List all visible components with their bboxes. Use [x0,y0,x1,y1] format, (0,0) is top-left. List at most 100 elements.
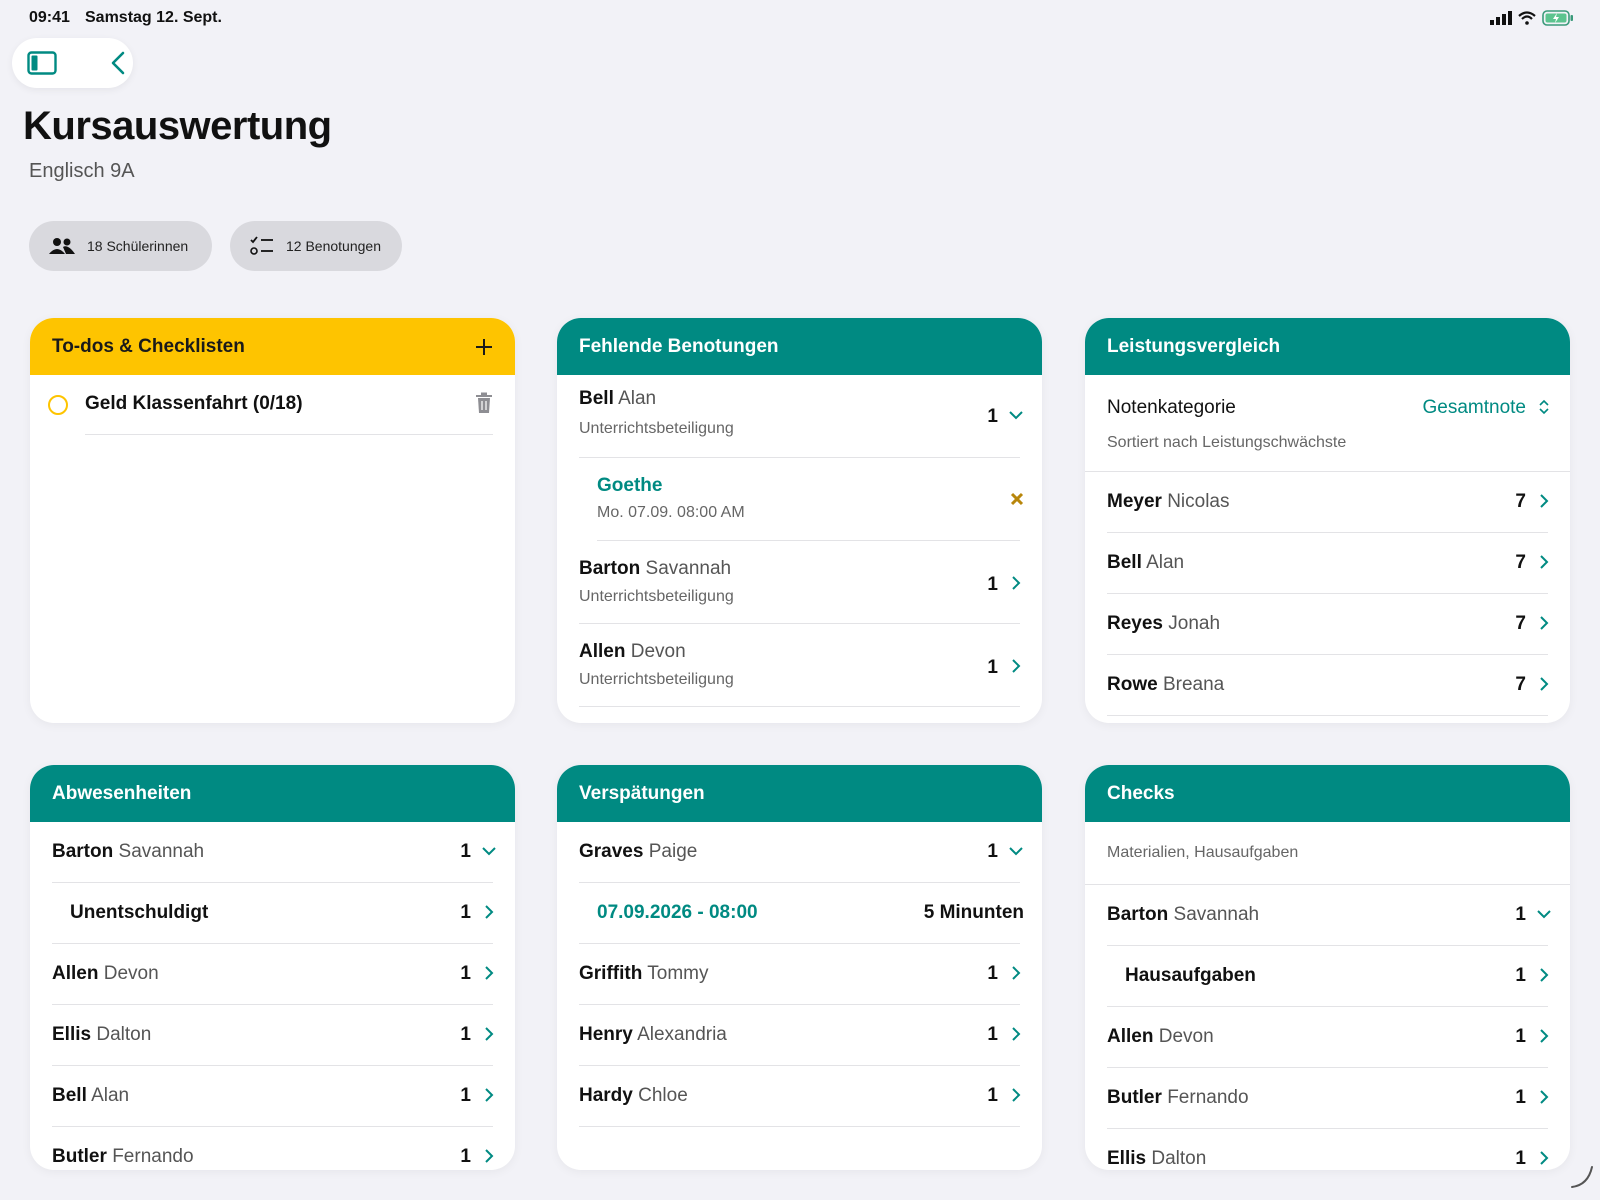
check-count: 1 [1515,1087,1526,1108]
student-last-name: Butler [1107,1087,1162,1108]
student-first-name: Dalton [1151,1148,1207,1169]
student-last-name: Meyer [1107,491,1162,512]
student-first-name: Dalton [96,1024,152,1045]
todo-checkbox-icon[interactable] [48,395,68,415]
missing-row[interactable]: Allen Devon Unterrichtsbeteiligung 1 [579,624,1021,707]
absence-detail-row[interactable]: Unentschuldigt 1 [52,883,494,944]
chevron-right-icon[interactable] [1536,1028,1552,1044]
todo-item-label: Geld Klassenfahrt (0/18) [85,393,303,414]
student-last-name: Reyes [1107,613,1163,634]
chevron-right-icon[interactable] [481,904,497,920]
missing-detail-row[interactable]: Goethe Mo. 07.09. 08:00 AM [597,458,1024,541]
lateness-row[interactable]: Henry Alexandria 1 [579,1005,1021,1066]
add-icon[interactable] [475,338,493,356]
chevron-right-icon[interactable] [1008,1087,1024,1103]
chevron-down-icon[interactable] [481,843,497,859]
missing-row[interactable]: Barton Savannah Unterrichtsbeteiligung 1 [579,541,1021,624]
missing-count: 1 [987,406,998,427]
chevron-right-icon[interactable] [1008,575,1024,591]
back-chevron-icon[interactable] [108,50,128,76]
student-first-name: Devon [103,963,159,984]
chevron-up-down-icon[interactable] [1538,399,1550,415]
chevron-right-icon[interactable] [481,1087,497,1103]
chevron-right-icon[interactable] [1536,554,1552,570]
chevron-right-icon[interactable] [1536,493,1552,509]
category-value[interactable]: Gesamtnote [1423,397,1527,419]
performance-row[interactable]: Reyes Jonah 7 [1107,594,1549,655]
chevron-right-icon[interactable] [481,1026,497,1042]
checks-header: Checks [1085,765,1570,822]
absence-row[interactable]: Ellis Dalton 1 [52,1005,494,1066]
grade-value: 7 [1515,613,1526,634]
lateness-card: Verspätungen Graves Paige 1 07.09.2026 -… [557,765,1042,1170]
absence-row[interactable]: Allen Devon 1 [52,944,494,1005]
checks-note-row: Materialien, Hausaufgaben [1085,822,1570,885]
battery-icon [1542,10,1573,26]
people-icon [49,238,75,254]
performance-row[interactable]: Bell Alan 7 [1107,533,1549,594]
student-last-name: Barton [1107,904,1169,925]
chevron-right-icon[interactable] [1536,1150,1552,1166]
lateness-date: 07.09.2026 - 08:00 [597,902,758,923]
chevron-right-icon[interactable] [1536,676,1552,692]
absence-count: 1 [460,1146,471,1167]
checks-note: Materialien, Hausaufgaben [1107,844,1299,861]
check-row[interactable]: Butler Fernando 1 [1107,1068,1549,1129]
todo-item[interactable]: Geld Klassenfahrt (0/18) [30,375,515,435]
absence-count: 1 [460,1085,471,1106]
student-first-name: Alexandria [637,1024,727,1045]
chevron-down-icon[interactable] [1008,843,1024,859]
check-detail-row[interactable]: Hausaufgaben 1 [1107,946,1549,1007]
performance-row[interactable]: Rowe Breana 7 [1107,655,1549,716]
absence-row[interactable]: Bell Alan 1 [52,1066,494,1127]
students-chip[interactable]: 18 Schülerinnen [29,221,212,271]
grade-category: Unterrichtsbeteiligung [579,420,734,437]
absence-row[interactable]: Butler Fernando 1 [52,1127,494,1170]
navigation-pill [12,38,133,88]
chevron-right-icon[interactable] [481,1148,497,1164]
chevron-right-icon[interactable] [1008,658,1024,674]
sidebar-toggle-icon[interactable] [27,51,57,75]
resize-handle-icon[interactable] [1570,1165,1594,1189]
student-first-name: Devon [630,641,686,662]
close-x-icon[interactable] [1010,492,1024,506]
grade-value: 7 [1515,491,1526,512]
chevron-right-icon[interactable] [481,965,497,981]
student-last-name: Graves [579,841,644,862]
missing-row[interactable]: Bell Alan Unterrichtsbeteiligung 1 [579,375,1023,458]
chevron-right-icon[interactable] [1536,615,1552,631]
check-row[interactable]: Allen Devon 1 [1107,1007,1549,1068]
student-first-name: Breana [1162,674,1225,695]
chevron-right-icon[interactable] [1008,1026,1024,1042]
grade-category: Unterrichtsbeteiligung [579,588,734,605]
lateness-count: 1 [987,1024,998,1045]
chevron-right-icon[interactable] [1536,1089,1552,1105]
check-row[interactable]: Barton Savannah 1 [1107,885,1551,946]
performance-row[interactable]: Meyer Nicolas 7 [1107,472,1549,533]
missing-count: 1 [987,657,998,678]
chevron-right-icon[interactable] [1536,967,1552,983]
lateness-row[interactable]: Hardy Chloe 1 [579,1066,1021,1127]
lateness-row[interactable]: Graves Paige 1 [579,822,1023,883]
student-first-name: Devon [1158,1026,1214,1047]
chevron-down-icon[interactable] [1536,906,1552,922]
absences-title: Abwesenheiten [52,782,192,804]
absence-count: 1 [460,902,471,923]
lateness-detail-row[interactable]: 07.09.2026 - 08:00 5 Minunten [579,883,1024,944]
chevron-right-icon[interactable] [1008,965,1024,981]
page-title: Kursauswertung [23,104,332,148]
lateness-row[interactable]: Griffith Tommy 1 [579,944,1021,1005]
grades-chip[interactable]: 12 Benotungen [230,221,402,271]
chevron-down-icon[interactable] [1008,407,1024,423]
student-last-name: Bell [52,1085,87,1106]
grade-category: Unterrichtsbeteiligung [579,671,734,688]
student-last-name: Allen [579,641,626,662]
trash-icon[interactable] [475,392,493,414]
wifi-icon [1518,11,1536,25]
sort-note: Sortiert nach Leistungschwächste [1107,434,1347,451]
student-first-name: Alan [1146,552,1185,573]
check-row[interactable]: Ellis Dalton 1 [1107,1129,1549,1170]
assignment-date: Mo. 07.09. 08:00 AM [597,504,745,521]
absence-row[interactable]: Barton Savannah 1 [52,822,496,883]
category-selector[interactable]: Notenkategorie Gesamtnote Sortiert nach … [1085,375,1570,472]
